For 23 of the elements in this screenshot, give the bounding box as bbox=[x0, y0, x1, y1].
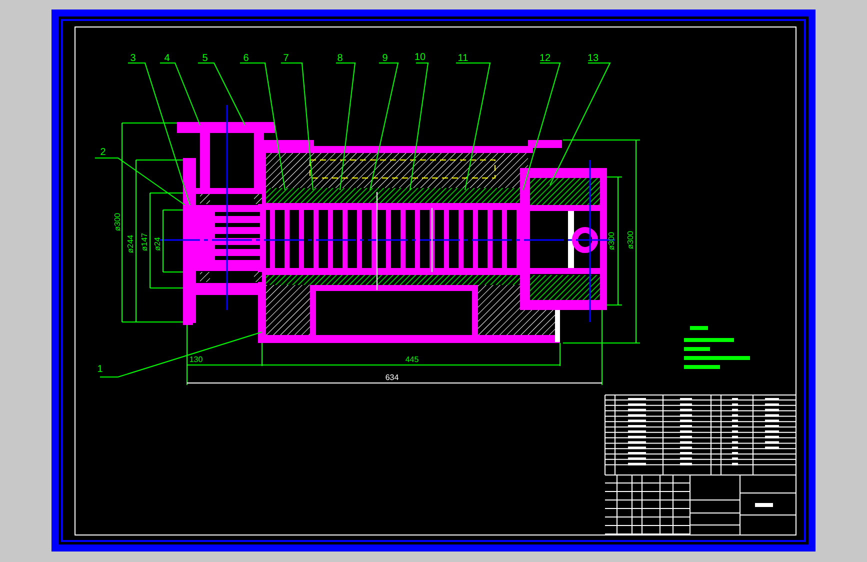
part-number: 6 bbox=[243, 53, 249, 64]
illegible-notes-drawing bbox=[684, 326, 750, 369]
dimension-text: ø244 bbox=[126, 234, 135, 254]
part-number: 3 bbox=[130, 53, 136, 64]
dimension-text: ø300 bbox=[626, 230, 635, 250]
part-number: 13 bbox=[587, 53, 599, 64]
dimension-text: ø300 bbox=[607, 232, 616, 250]
part-number: 12 bbox=[539, 53, 551, 64]
dimension-text: 130 bbox=[189, 355, 203, 364]
part-number: 1 bbox=[97, 364, 103, 375]
dimension-text: 634 bbox=[385, 373, 399, 382]
part-number: 8 bbox=[337, 53, 343, 64]
dimension-text: 445 bbox=[405, 355, 419, 364]
part-number: 11 bbox=[458, 53, 468, 64]
part-number: 2 bbox=[100, 147, 106, 158]
dimension-text: ø300 bbox=[113, 212, 122, 232]
part-number: 7 bbox=[283, 53, 289, 64]
dimension-text: ø24 bbox=[153, 237, 162, 251]
part-number: 4 bbox=[164, 53, 170, 64]
dimension-text: ø147 bbox=[140, 232, 149, 252]
part-number: 5 bbox=[202, 53, 208, 64]
part-number: 10 bbox=[414, 52, 426, 63]
part-number: 9 bbox=[382, 53, 388, 64]
